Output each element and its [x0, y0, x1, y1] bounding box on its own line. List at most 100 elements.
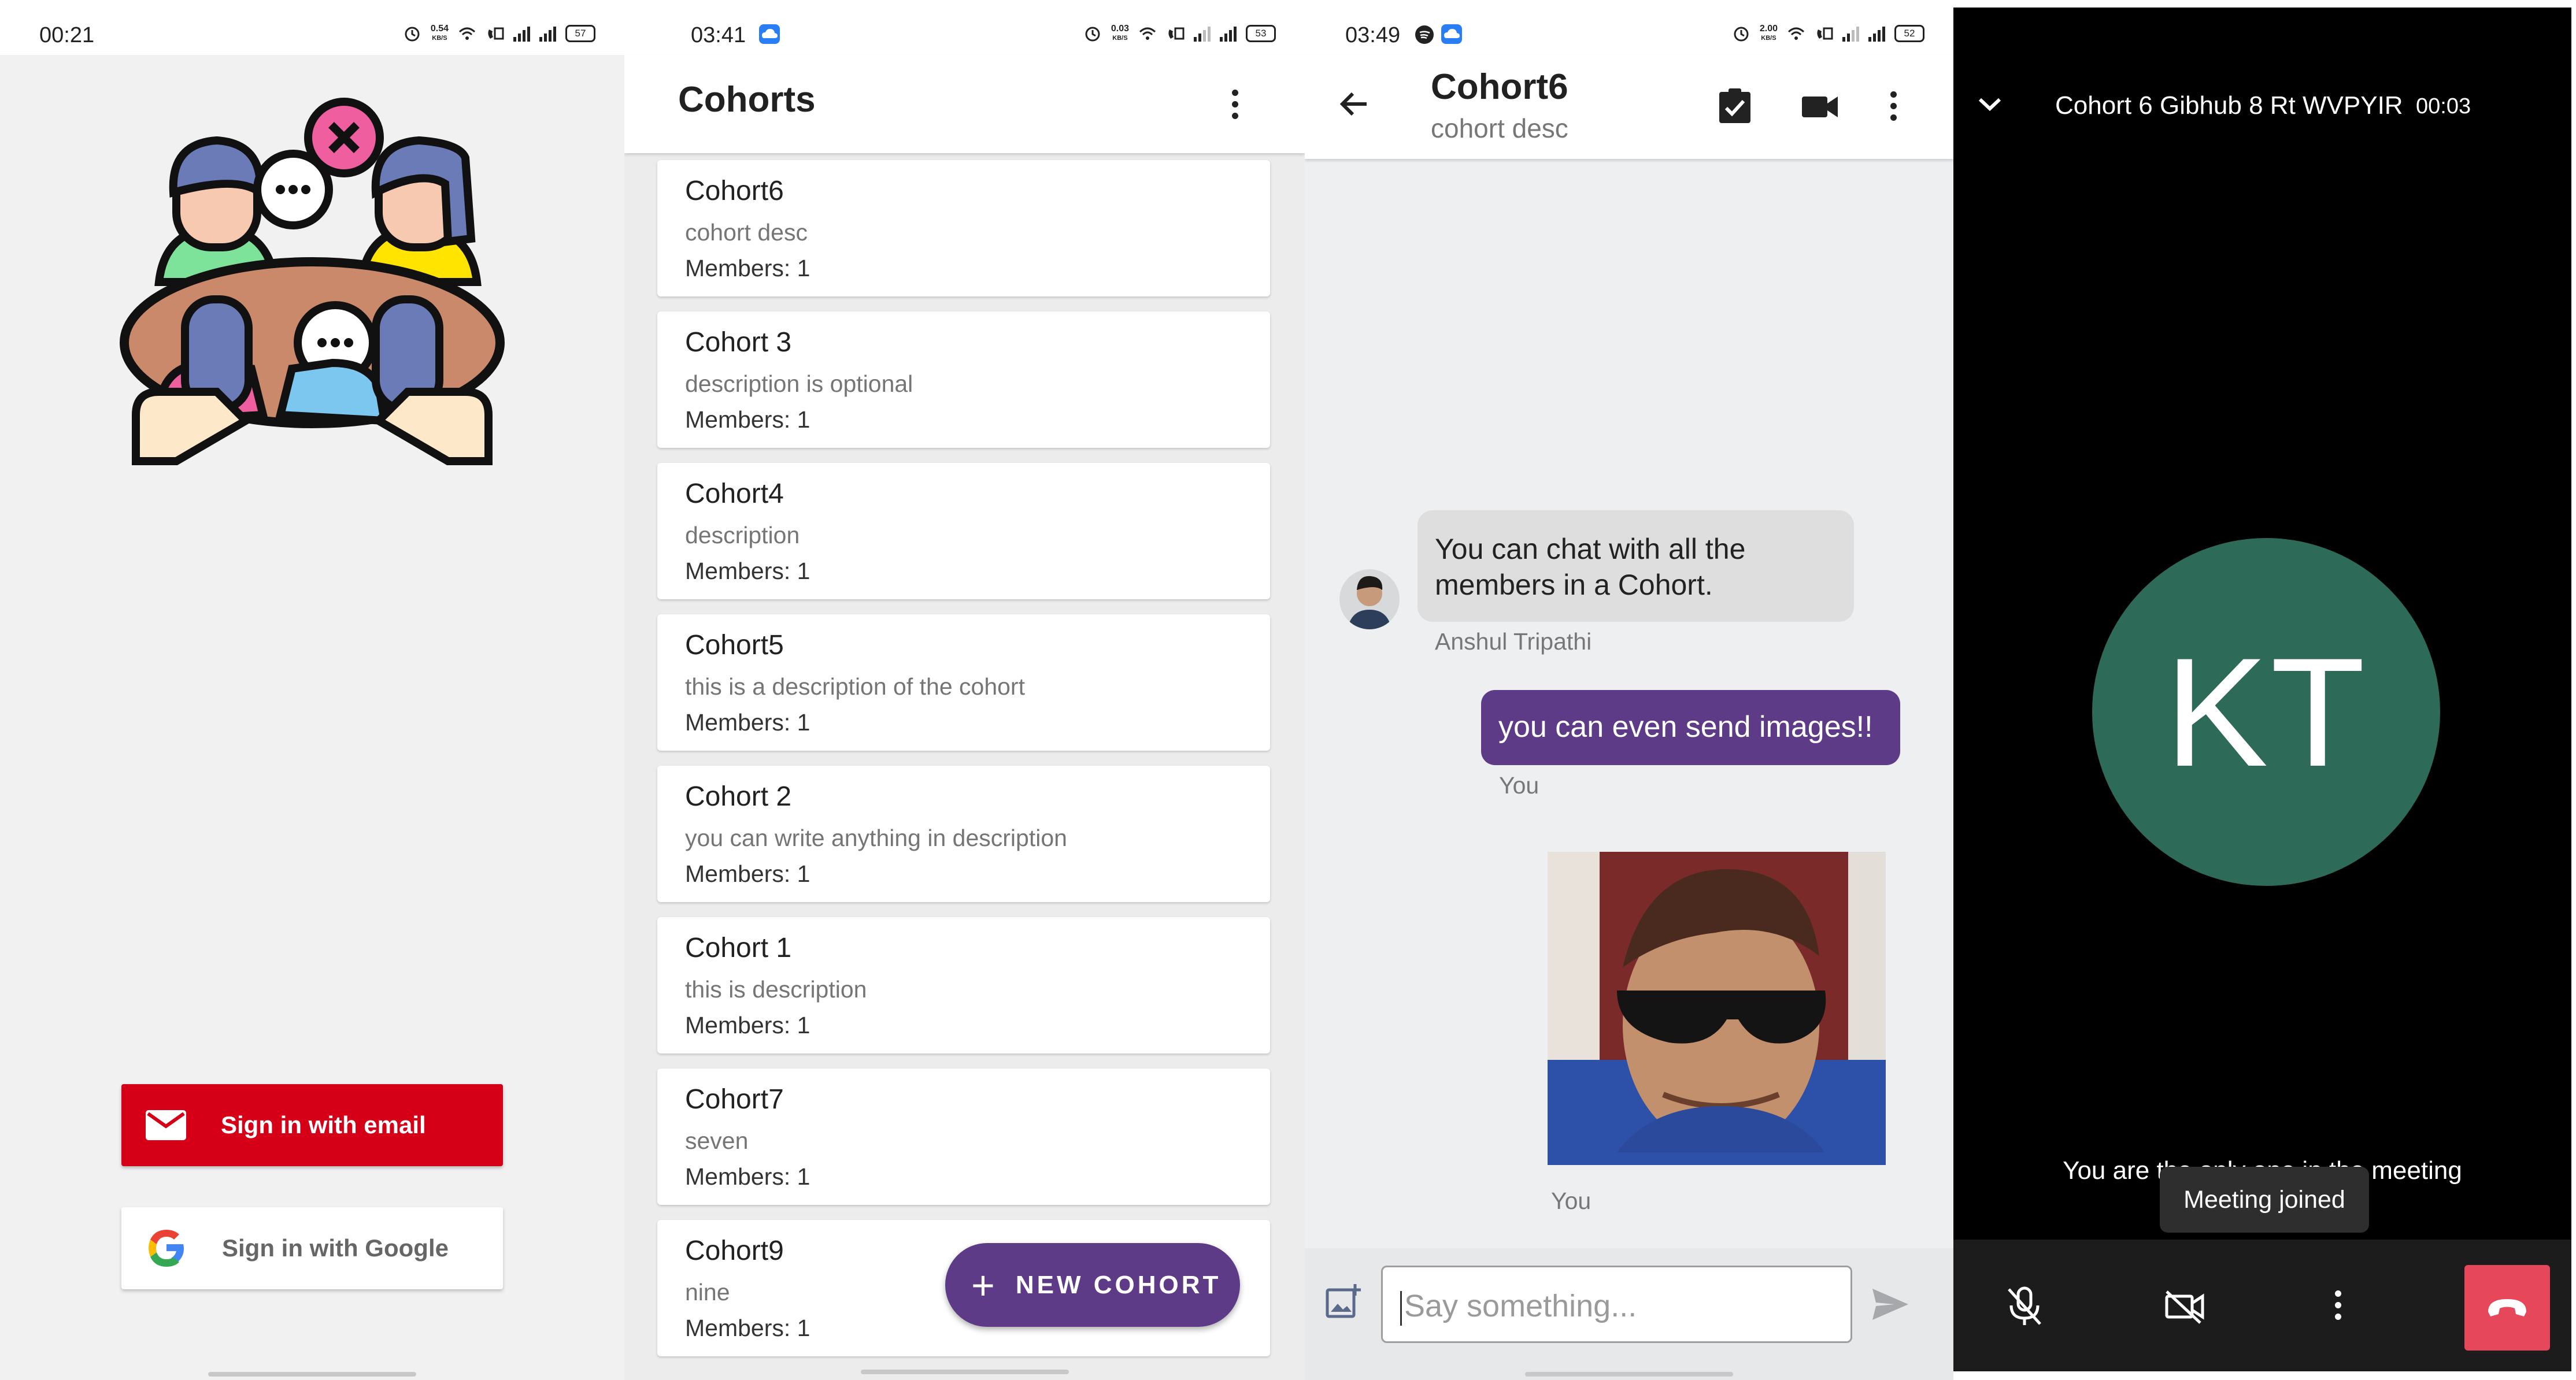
more-options-icon[interactable]	[2335, 1290, 2342, 1325]
cohort-members: Members: 1	[685, 255, 810, 281]
alarm-icon	[1083, 25, 1102, 42]
cohort-members: Members: 1	[685, 1163, 810, 1190]
meeting-joined-toast: Meeting joined	[2160, 1167, 2369, 1233]
sent-image[interactable]	[1548, 852, 1886, 1165]
network-speed: 0.54 KB/S	[431, 24, 449, 43]
signal-icon	[1194, 25, 1211, 42]
cohort-members: Members: 1	[685, 709, 810, 736]
page-title: Cohorts	[678, 80, 816, 120]
call-header: Cohort 6 Gibhub 8 Rt WVPYIR 00:03	[1953, 68, 2571, 142]
network-speed-unit: KB/S	[1761, 35, 1776, 42]
app-bar: Cohorts	[624, 55, 1305, 153]
cohort-description: this is a description of the cohort	[685, 673, 1025, 700]
status-time: 00:21	[39, 23, 95, 47]
back-arrow-icon[interactable]	[1337, 87, 1371, 121]
network-speed-value: 0.54	[430, 24, 449, 34]
signal-icon-2	[1868, 25, 1885, 42]
group-chat-illustration	[113, 91, 512, 496]
signal-icon	[513, 25, 530, 42]
end-call-button[interactable]	[2464, 1265, 2550, 1351]
add-image-icon[interactable]	[1325, 1283, 1362, 1320]
sign-in-screen: 00:21 0.54 KB/S 57 Sign in with email Si…	[0, 0, 624, 1380]
new-cohort-button[interactable]: + NEW COHORT	[945, 1243, 1240, 1327]
video-off-icon[interactable]	[2164, 1289, 2205, 1324]
sign-in-email-button[interactable]: Sign in with email	[121, 1084, 503, 1166]
signal-icon-2	[539, 25, 556, 42]
send-icon[interactable]	[1871, 1288, 1909, 1321]
cohort-card[interactable]: Cohort 2 you can write anything in descr…	[657, 766, 1270, 902]
cohort-description: cohort desc	[685, 219, 808, 246]
cohort-description: description is optional	[685, 370, 913, 397]
cohort-card[interactable]: Cohort6 cohort desc Members: 1	[657, 160, 1270, 296]
call-duration: 00:03	[2416, 94, 2471, 118]
network-speed-unit: KB/S	[1112, 35, 1128, 42]
call-area: Cohort 6 Gibhub 8 Rt WVPYIR 00:03 KT You…	[1953, 8, 2571, 1371]
incoming-message-bubble: You can chat with all the members in a C…	[1417, 510, 1854, 622]
chat-title: Cohort6	[1431, 67, 1568, 107]
participant-initials: KT	[2164, 625, 2368, 799]
plus-icon: +	[971, 1262, 995, 1308]
volte-icon	[486, 25, 504, 42]
cohort-card[interactable]: Cohort7 seven Members: 1	[657, 1069, 1270, 1205]
hang-up-icon	[2486, 1297, 2529, 1319]
signal-icon	[1842, 25, 1859, 42]
video-call-icon[interactable]	[1802, 95, 1839, 118]
mic-off-icon[interactable]	[2005, 1286, 2044, 1327]
cohort-description: you can write anything in description	[685, 825, 1067, 851]
message-input-placeholder: Say something...	[1404, 1289, 1637, 1323]
cohort-card[interactable]: Cohort 1 this is description Members: 1	[657, 917, 1270, 1053]
status-bar: 03:41 0.03 KB/S 53	[624, 0, 1305, 55]
call-controls	[1953, 1240, 2571, 1371]
status-icons: 0.03 KB/S 53	[1083, 24, 1276, 43]
sign-in-google-button[interactable]: Sign in with Google	[121, 1207, 503, 1289]
cohort-name: Cohort 1	[685, 933, 792, 963]
google-g-icon	[146, 1227, 187, 1269]
status-time: 03:49	[1345, 23, 1401, 47]
network-speed: 2.00 KB/S	[1760, 24, 1778, 43]
more-options-icon[interactable]	[1232, 90, 1239, 124]
status-bar: 00:21 0.54 KB/S 57	[0, 0, 624, 55]
cohort-name: Cohort5	[685, 630, 784, 661]
nav-gesture-bar	[208, 1372, 416, 1377]
nav-gesture-bar	[1525, 1372, 1733, 1377]
battery-icon: 57	[565, 25, 595, 42]
new-cohort-label: NEW COHORT	[1015, 1270, 1222, 1299]
cohort-card[interactable]: Cohort4 description Members: 1	[657, 463, 1270, 599]
outgoing-sender-name: You	[1499, 772, 1539, 799]
cohort-name: Cohort 2	[685, 781, 792, 812]
sign-in-email-label: Sign in with email	[221, 1111, 426, 1138]
wifi-icon	[1138, 25, 1157, 42]
cohort-description: this is description	[685, 976, 867, 1003]
outgoing-message-bubble: you can even send images!!	[1481, 690, 1900, 765]
cohort-card[interactable]: Cohort 3 description is optional Members…	[657, 311, 1270, 448]
meeting-title: Cohort 6 Gibhub 8 Rt WVPYIR	[2055, 91, 2403, 120]
sender-avatar	[1339, 569, 1400, 629]
chat-app-bar: Cohort6 cohort desc	[1305, 55, 1953, 159]
cohort-description: seven	[685, 1127, 749, 1154]
cohort-members: Members: 1	[685, 558, 810, 584]
cohort-card[interactable]: Cohort5 this is a description of the coh…	[657, 614, 1270, 751]
incoming-sender-name: Anshul Tripathi	[1435, 628, 1592, 655]
cohort-name: Cohort 3	[685, 327, 792, 358]
message-input[interactable]: Say something...	[1381, 1266, 1852, 1343]
assignment-check-icon[interactable]	[1718, 88, 1752, 124]
nav-gesture-bar	[860, 1370, 1069, 1374]
battery-icon: 53	[1246, 25, 1276, 42]
incoming-message-text: You can chat with all the members in a C…	[1435, 533, 1746, 601]
cohort-description: description	[685, 522, 800, 548]
video-call-screen: Cohort 6 Gibhub 8 Rt WVPYIR 00:03 KT You…	[1953, 0, 2576, 1380]
status-bar: 03:49 2.00 KB/S 52	[1305, 0, 1953, 55]
cohort-name: Cohort7	[685, 1084, 784, 1115]
network-speed-unit: KB/S	[432, 35, 447, 42]
status-icons: 0.54 KB/S 57	[403, 24, 595, 43]
battery-icon: 52	[1894, 25, 1924, 42]
cohort-description: nine	[685, 1279, 730, 1305]
cohort-members: Members: 1	[685, 860, 810, 887]
signal-icon-2	[1220, 25, 1237, 42]
network-speed: 0.03 KB/S	[1111, 24, 1129, 43]
more-options-icon[interactable]	[1890, 91, 1897, 126]
text-caret	[1400, 1290, 1402, 1326]
status-time: 03:41	[691, 23, 746, 47]
network-speed-value: 2.00	[1759, 24, 1778, 34]
collapse-chevron-icon[interactable]	[1977, 96, 2003, 113]
